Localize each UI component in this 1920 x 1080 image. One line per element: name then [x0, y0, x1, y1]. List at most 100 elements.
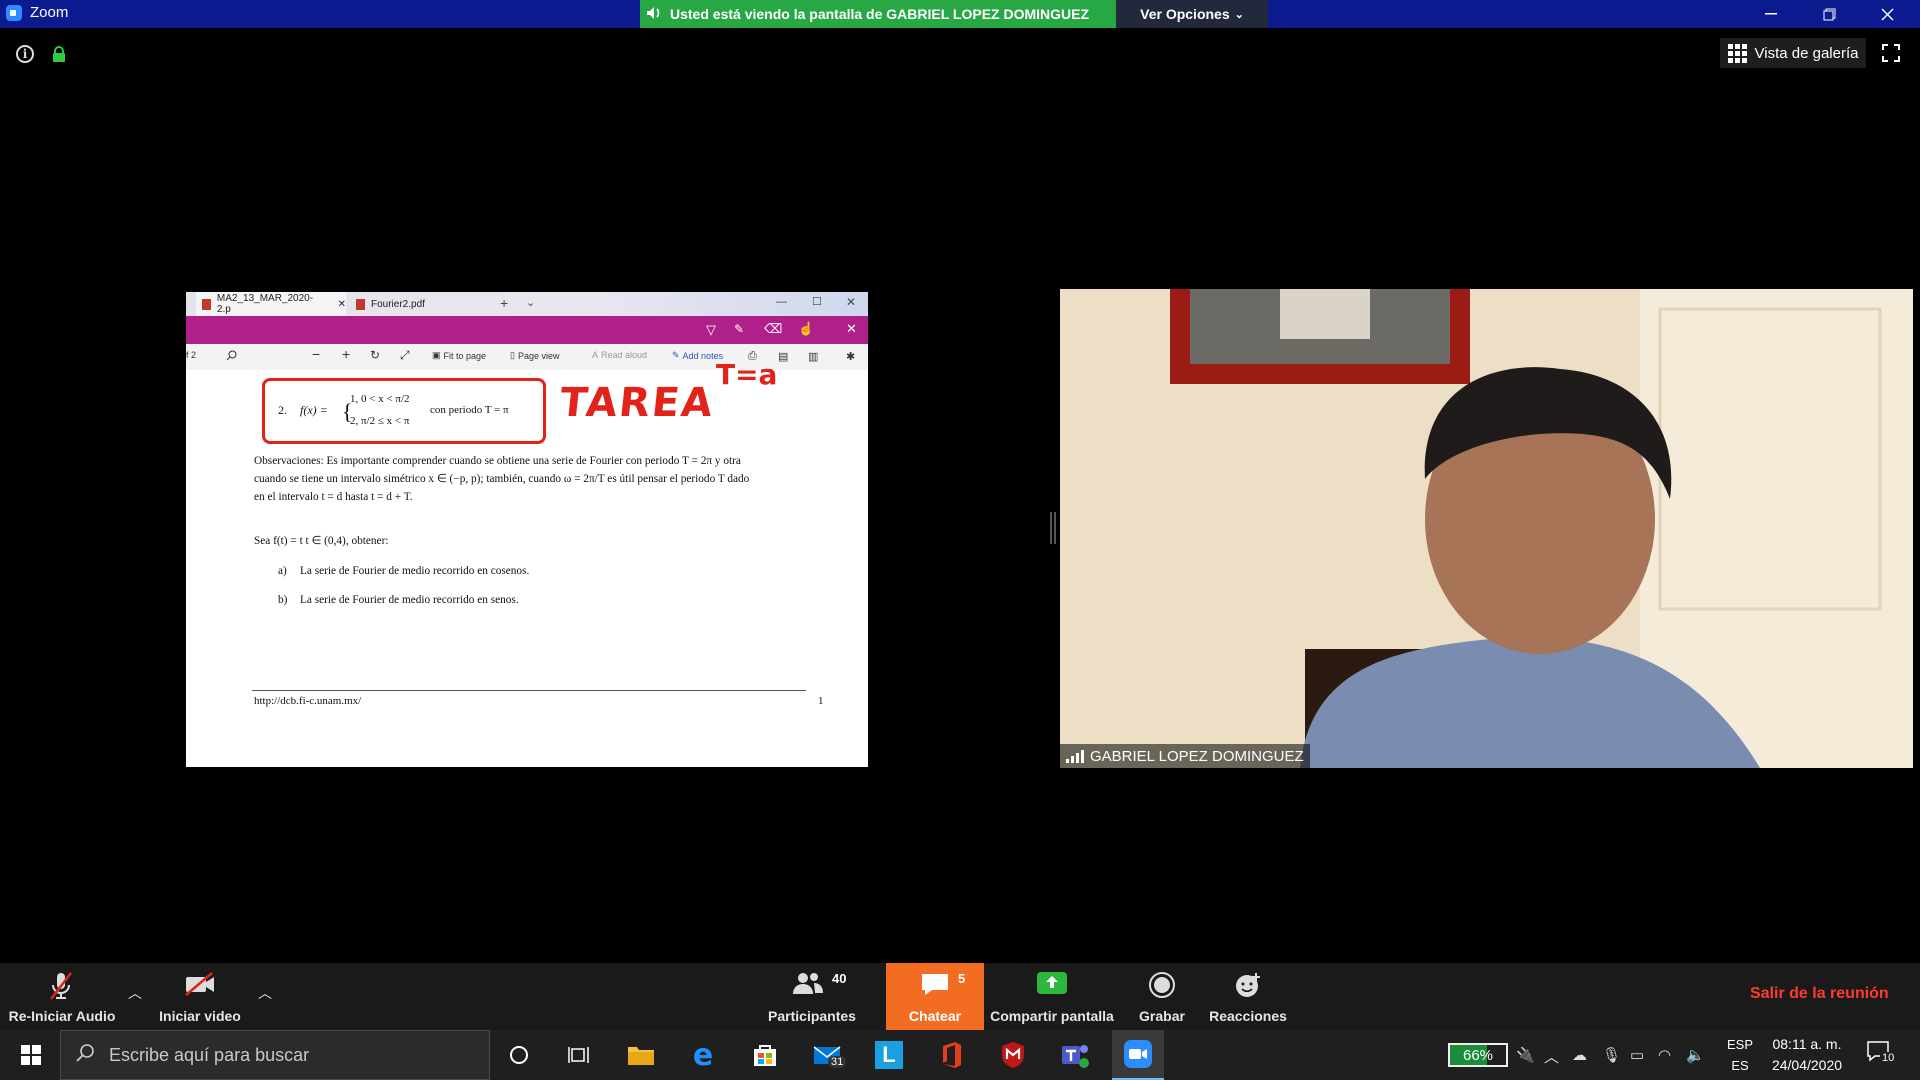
minimize-button[interactable]: [1748, 0, 1794, 28]
start-video-button[interactable]: Iniciar video: [150, 963, 250, 1030]
maximize-icon[interactable]: ☐: [812, 295, 822, 308]
pen-icon[interactable]: ✎: [734, 322, 744, 336]
restore-button[interactable]: [1806, 0, 1852, 28]
chevron-up-icon[interactable]: ︿: [1544, 1046, 1559, 1067]
leave-meeting-button[interactable]: Salir de la reunión: [1750, 985, 1889, 1003]
participant-name: GABRIEL LOPEZ DOMINGUEZ: [1090, 747, 1304, 765]
pdf-page: 2. f(x) = { 1, 0 < x < π/2 2, π/2 ≤ x < …: [186, 358, 868, 760]
view-options-button[interactable]: Ver Opciones ⌄: [1116, 0, 1268, 28]
cortana-icon[interactable]: [502, 1038, 536, 1072]
exercise-statement: Sea f(t) = t t ∈ (0,4), obtener:: [254, 535, 389, 547]
search-icon: [75, 1043, 95, 1068]
screen-share-banner: Usted está viendo la pantalla de GABRIEL…: [640, 0, 1116, 28]
problem-number: 2.: [278, 403, 287, 417]
mcafee-shield-icon[interactable]: [996, 1038, 1030, 1072]
gallery-view-button[interactable]: Vista de galería: [1720, 38, 1866, 68]
zoom-app-icon[interactable]: [1112, 1030, 1164, 1080]
onedrive-cloud-icon[interactable]: ☁: [1572, 1046, 1587, 1064]
share-screen-button[interactable]: Compartir pantalla: [986, 963, 1118, 1030]
read-aloud-label: Read aloud: [601, 350, 648, 360]
file-explorer-icon[interactable]: [624, 1038, 658, 1072]
zoom-logo-icon: [6, 4, 22, 21]
participants-count: 40: [832, 971, 847, 986]
page-view-button[interactable]: ▯ Page view: [510, 350, 559, 361]
wifi-icon[interactable]: ◠: [1658, 1046, 1671, 1064]
close-ink-icon[interactable]: ✕: [846, 321, 857, 337]
item-a-label: a): [278, 565, 287, 577]
taskbar-search-box[interactable]: Escribe aquí para buscar: [60, 1030, 490, 1080]
read-aloud-button[interactable]: A Read aloud: [592, 350, 647, 360]
chat-button[interactable]: 5 Chatear: [886, 963, 984, 1030]
chevron-down-icon: ⌄: [1234, 8, 1244, 21]
power-plug-icon[interactable]: 🔌: [1516, 1046, 1535, 1064]
record-button[interactable]: Grabar: [1130, 963, 1194, 1030]
language-bottom: ES: [1731, 1058, 1749, 1073]
search-icon[interactable]: [226, 350, 237, 361]
expand-icon[interactable]: ⤢: [400, 348, 410, 363]
touch-write-icon[interactable]: ☝: [798, 321, 814, 337]
edge-browser-icon[interactable]: e: [686, 1038, 720, 1073]
chat-label: Chatear: [908, 1008, 962, 1024]
search-placeholder: Escribe aquí para buscar: [109, 1044, 310, 1065]
battery-percent: 66%: [1462, 1046, 1494, 1064]
save-icon[interactable]: ▤: [778, 350, 788, 363]
handwritten-annotation-small: T=a: [716, 358, 778, 391]
page-indicator-text: f 2: [186, 350, 197, 360]
teams-icon[interactable]: [1058, 1038, 1092, 1072]
grid-icon: [1727, 43, 1747, 63]
record-label: Grabar: [1139, 1008, 1185, 1024]
store-icon[interactable]: [748, 1038, 782, 1072]
chevron-down-icon[interactable]: ⌄: [526, 296, 535, 309]
close-window-button[interactable]: [1864, 0, 1910, 28]
eraser-icon[interactable]: ⌫: [764, 321, 782, 337]
muted-microphone-icon: [48, 971, 74, 1004]
audio-button[interactable]: Re-Iniciar Audio: [0, 963, 124, 1030]
fit-to-page-label: Fit to page: [443, 350, 487, 361]
pen-icon: ✎: [672, 350, 680, 360]
app-l-icon[interactable]: L: [872, 1038, 906, 1072]
fit-to-page-button[interactable]: ▣ Fit to page: [432, 350, 486, 361]
rotate-icon[interactable]: ↻: [370, 348, 380, 362]
share-label: Compartir pantalla: [990, 1008, 1114, 1024]
microphone-icon[interactable]: 🎙: [1602, 1046, 1621, 1064]
reactions-label: Reacciones: [1209, 1008, 1287, 1024]
pin-icon[interactable]: ✱: [846, 350, 855, 363]
zoom-in-icon[interactable]: +: [342, 346, 350, 362]
share-status-icon: [646, 6, 662, 23]
windows-start-icon[interactable]: [14, 1038, 48, 1072]
participants-button[interactable]: 40 Participantes: [760, 963, 864, 1030]
chevron-up-icon[interactable]: ︿: [258, 983, 272, 1003]
language-indicator[interactable]: ESP ES: [1722, 1034, 1758, 1076]
item-b-label: b): [278, 594, 288, 606]
highlighter-icon[interactable]: ▽: [706, 322, 716, 338]
office-icon[interactable]: [934, 1038, 968, 1072]
smiley-plus-icon: [1234, 971, 1262, 1002]
task-view-icon[interactable]: [562, 1038, 596, 1072]
taskbar-clock[interactable]: 08:11 a. m. 24/04/2020: [1762, 1034, 1852, 1076]
fullscreen-icon[interactable]: [1882, 44, 1900, 62]
minimize-icon[interactable]: —: [776, 296, 787, 308]
battery-icon[interactable]: ▭: [1630, 1046, 1644, 1064]
reactions-button[interactable]: Reacciones: [1206, 963, 1290, 1030]
participant-video: [1060, 289, 1913, 768]
chevron-up-icon[interactable]: ︿: [128, 983, 142, 1003]
zoom-out-icon[interactable]: −: [312, 346, 320, 362]
participant-name-tag: GABRIEL LOPEZ DOMINGUEZ: [1060, 744, 1310, 768]
notification-center-button[interactable]: 10: [1866, 1040, 1902, 1070]
item-b-text: La serie de Fourier de medio recorrido e…: [300, 594, 519, 606]
close-icon[interactable]: ✕: [846, 295, 856, 309]
pdf-tab[interactable]: Fourier2.pdf: [350, 292, 490, 316]
mail-icon[interactable]: 31: [810, 1038, 847, 1072]
panel-splitter-handle[interactable]: [1050, 512, 1056, 544]
save-as-icon[interactable]: ▥: [808, 350, 818, 363]
audio-label: Re-Iniciar Audio: [8, 1008, 116, 1024]
meeting-info-icon[interactable]: i: [16, 45, 34, 63]
battery-indicator[interactable]: 66%: [1448, 1043, 1508, 1067]
volume-icon[interactable]: 🔈: [1686, 1046, 1705, 1064]
encryption-lock-icon[interactable]: [52, 46, 66, 62]
mail-badge: 31: [828, 1056, 847, 1068]
close-tab-icon[interactable]: ✕: [338, 299, 346, 310]
pdf-tab-active[interactable]: MA2_13_MAR_2020-2.p ✕: [196, 292, 346, 316]
new-tab-icon[interactable]: +: [500, 295, 508, 311]
observations-line-2: cuando se tiene un intervalo simétrico x…: [254, 473, 750, 485]
